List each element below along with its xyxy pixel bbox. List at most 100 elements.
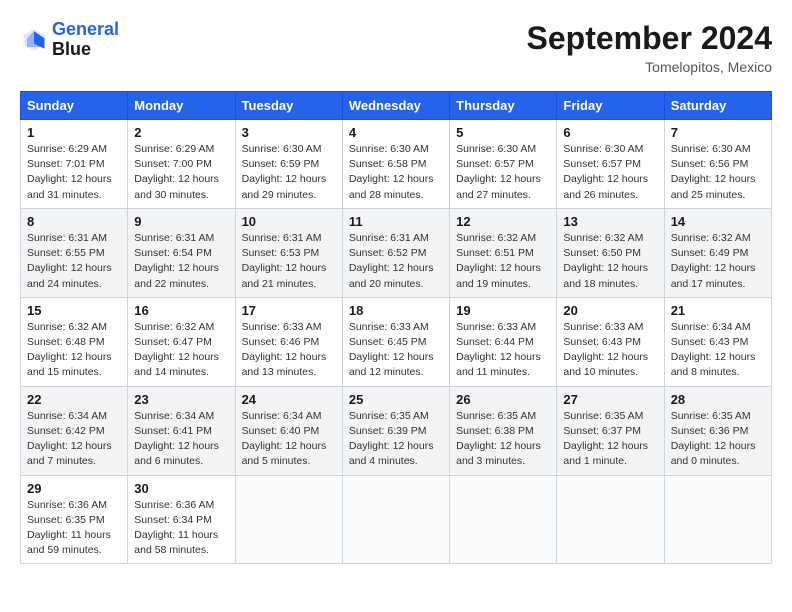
table-row: 20 Sunrise: 6:33 AM Sunset: 6:43 PM Dayli… — [557, 297, 664, 386]
table-row: 6 Sunrise: 6:30 AM Sunset: 6:57 PM Daylig… — [557, 120, 664, 209]
day-info: Sunrise: 6:36 AM Sunset: 6:35 PM Dayligh… — [27, 498, 121, 559]
day-number: 22 — [27, 392, 121, 407]
day-info: Sunrise: 6:31 AM Sunset: 6:55 PM Dayligh… — [27, 231, 121, 292]
day-number: 13 — [563, 214, 657, 229]
table-row: 16Sunrise: 6:32 AM Sunset: 6:47 PM Dayli… — [128, 297, 235, 386]
table-row: 19Sunrise: 6:33 AM Sunset: 6:44 PM Dayli… — [450, 297, 557, 386]
col-friday: Friday — [557, 92, 664, 120]
day-number: 1 — [27, 125, 121, 140]
day-info: Sunrise: 6:35 AM Sunset: 6:39 PM Dayligh… — [349, 409, 443, 470]
page-header: General Blue September 2024 Tomelopitos,… — [20, 20, 772, 75]
col-tuesday: Tuesday — [235, 92, 342, 120]
location: Tomelopitos, Mexico — [527, 59, 772, 75]
day-number: 29 — [27, 481, 121, 496]
day-info: Sunrise: 6:34 AM Sunset: 6:41 PM Dayligh… — [134, 409, 228, 470]
table-row: 27 Sunrise: 6:35 AM Sunset: 6:37 PM Dayli… — [557, 386, 664, 475]
day-info: Sunrise: 6:30 AM Sunset: 6:59 PM Dayligh… — [242, 142, 336, 203]
table-row: 17 Sunrise: 6:33 AM Sunset: 6:46 PM Dayli… — [235, 297, 342, 386]
table-row: 1Sunrise: 6:29 AM Sunset: 7:01 PM Daylig… — [21, 120, 128, 209]
calendar-week-2: 8 Sunrise: 6:31 AM Sunset: 6:55 PM Daylig… — [21, 208, 772, 297]
day-info: Sunrise: 6:35 AM Sunset: 6:36 PM Dayligh… — [671, 409, 765, 470]
table-row: 9 Sunrise: 6:31 AM Sunset: 6:54 PM Daylig… — [128, 208, 235, 297]
day-number: 6 — [563, 125, 657, 140]
day-number: 15 — [27, 303, 121, 318]
day-info: Sunrise: 6:34 AM Sunset: 6:43 PM Dayligh… — [671, 320, 765, 381]
day-info: Sunrise: 6:34 AM Sunset: 6:42 PM Dayligh… — [27, 409, 121, 470]
day-number: 7 — [671, 125, 765, 140]
title-block: September 2024 Tomelopitos, Mexico — [527, 20, 772, 75]
day-info: Sunrise: 6:32 AM Sunset: 6:48 PM Dayligh… — [27, 320, 121, 381]
day-number: 11 — [349, 214, 443, 229]
calendar-week-1: 1Sunrise: 6:29 AM Sunset: 7:01 PM Daylig… — [21, 120, 772, 209]
table-row: 4 Sunrise: 6:30 AM Sunset: 6:58 PM Daylig… — [342, 120, 449, 209]
day-number: 10 — [242, 214, 336, 229]
day-number: 9 — [134, 214, 228, 229]
day-number: 4 — [349, 125, 443, 140]
logo-text: General Blue — [52, 20, 119, 60]
table-row: 15 Sunrise: 6:32 AM Sunset: 6:48 PM Dayli… — [21, 297, 128, 386]
day-info: Sunrise: 6:30 AM Sunset: 6:56 PM Dayligh… — [671, 142, 765, 203]
day-number: 24 — [242, 392, 336, 407]
day-info: Sunrise: 6:31 AM Sunset: 6:52 PM Dayligh… — [349, 231, 443, 292]
calendar-header-row: Sunday Monday Tuesday Wednesday Thursday… — [21, 92, 772, 120]
day-info: Sunrise: 6:35 AM Sunset: 6:38 PM Dayligh… — [456, 409, 550, 470]
table-row: 2 Sunrise: 6:29 AM Sunset: 7:00 PM Daylig… — [128, 120, 235, 209]
day-info: Sunrise: 6:32 AM Sunset: 6:50 PM Dayligh… — [563, 231, 657, 292]
day-info: Sunrise: 6:36 AM Sunset: 6:34 PM Dayligh… — [134, 498, 228, 559]
day-info: Sunrise: 6:35 AM Sunset: 6:37 PM Dayligh… — [563, 409, 657, 470]
table-row: 13 Sunrise: 6:32 AM Sunset: 6:50 PM Dayli… — [557, 208, 664, 297]
day-info: Sunrise: 6:32 AM Sunset: 6:51 PM Dayligh… — [456, 231, 550, 292]
day-number: 18 — [349, 303, 443, 318]
table-row — [235, 475, 342, 564]
day-info: Sunrise: 6:30 AM Sunset: 6:58 PM Dayligh… — [349, 142, 443, 203]
day-number: 3 — [242, 125, 336, 140]
table-row: 5 Sunrise: 6:30 AM Sunset: 6:57 PM Daylig… — [450, 120, 557, 209]
table-row — [664, 475, 771, 564]
col-monday: Monday — [128, 92, 235, 120]
table-row: 25 Sunrise: 6:35 AM Sunset: 6:39 PM Dayli… — [342, 386, 449, 475]
calendar-week-4: 22 Sunrise: 6:34 AM Sunset: 6:42 PM Dayli… — [21, 386, 772, 475]
table-row: 22 Sunrise: 6:34 AM Sunset: 6:42 PM Dayli… — [21, 386, 128, 475]
day-number: 20 — [563, 303, 657, 318]
day-number: 8 — [27, 214, 121, 229]
day-number: 5 — [456, 125, 550, 140]
table-row: 26 Sunrise: 6:35 AM Sunset: 6:38 PM Dayli… — [450, 386, 557, 475]
table-row: 24Sunrise: 6:34 AM Sunset: 6:40 PM Dayli… — [235, 386, 342, 475]
table-row: 12 Sunrise: 6:32 AM Sunset: 6:51 PM Dayli… — [450, 208, 557, 297]
calendar-week-3: 15 Sunrise: 6:32 AM Sunset: 6:48 PM Dayli… — [21, 297, 772, 386]
day-number: 21 — [671, 303, 765, 318]
day-number: 25 — [349, 392, 443, 407]
table-row: 30 Sunrise: 6:36 AM Sunset: 6:34 PM Dayli… — [128, 475, 235, 564]
day-number: 26 — [456, 392, 550, 407]
table-row: 7 Sunrise: 6:30 AM Sunset: 6:56 PM Daylig… — [664, 120, 771, 209]
day-info: Sunrise: 6:33 AM Sunset: 6:43 PM Dayligh… — [563, 320, 657, 381]
day-number: 28 — [671, 392, 765, 407]
day-number: 16 — [134, 303, 228, 318]
table-row: 11 Sunrise: 6:31 AM Sunset: 6:52 PM Dayli… — [342, 208, 449, 297]
table-row: 29 Sunrise: 6:36 AM Sunset: 6:35 PM Dayli… — [21, 475, 128, 564]
table-row: 18Sunrise: 6:33 AM Sunset: 6:45 PM Dayli… — [342, 297, 449, 386]
day-info: Sunrise: 6:31 AM Sunset: 6:54 PM Dayligh… — [134, 231, 228, 292]
table-row: 3 Sunrise: 6:30 AM Sunset: 6:59 PM Daylig… — [235, 120, 342, 209]
day-number: 30 — [134, 481, 228, 496]
table-row — [450, 475, 557, 564]
table-row: 21 Sunrise: 6:34 AM Sunset: 6:43 PM Dayli… — [664, 297, 771, 386]
table-row — [557, 475, 664, 564]
day-info: Sunrise: 6:30 AM Sunset: 6:57 PM Dayligh… — [563, 142, 657, 203]
day-number: 2 — [134, 125, 228, 140]
day-number: 17 — [242, 303, 336, 318]
day-number: 23 — [134, 392, 228, 407]
table-row: 8 Sunrise: 6:31 AM Sunset: 6:55 PM Daylig… — [21, 208, 128, 297]
day-number: 12 — [456, 214, 550, 229]
calendar-table: Sunday Monday Tuesday Wednesday Thursday… — [20, 91, 772, 564]
day-info: Sunrise: 6:29 AM Sunset: 7:00 PM Dayligh… — [134, 142, 228, 203]
day-number: 14 — [671, 214, 765, 229]
col-wednesday: Wednesday — [342, 92, 449, 120]
logo-icon — [20, 26, 48, 54]
day-info: Sunrise: 6:33 AM Sunset: 6:46 PM Dayligh… — [242, 320, 336, 381]
col-sunday: Sunday — [21, 92, 128, 120]
day-info: Sunrise: 6:30 AM Sunset: 6:57 PM Dayligh… — [456, 142, 550, 203]
day-number: 27 — [563, 392, 657, 407]
day-info: Sunrise: 6:31 AM Sunset: 6:53 PM Dayligh… — [242, 231, 336, 292]
calendar-week-5: 29 Sunrise: 6:36 AM Sunset: 6:35 PM Dayli… — [21, 475, 772, 564]
